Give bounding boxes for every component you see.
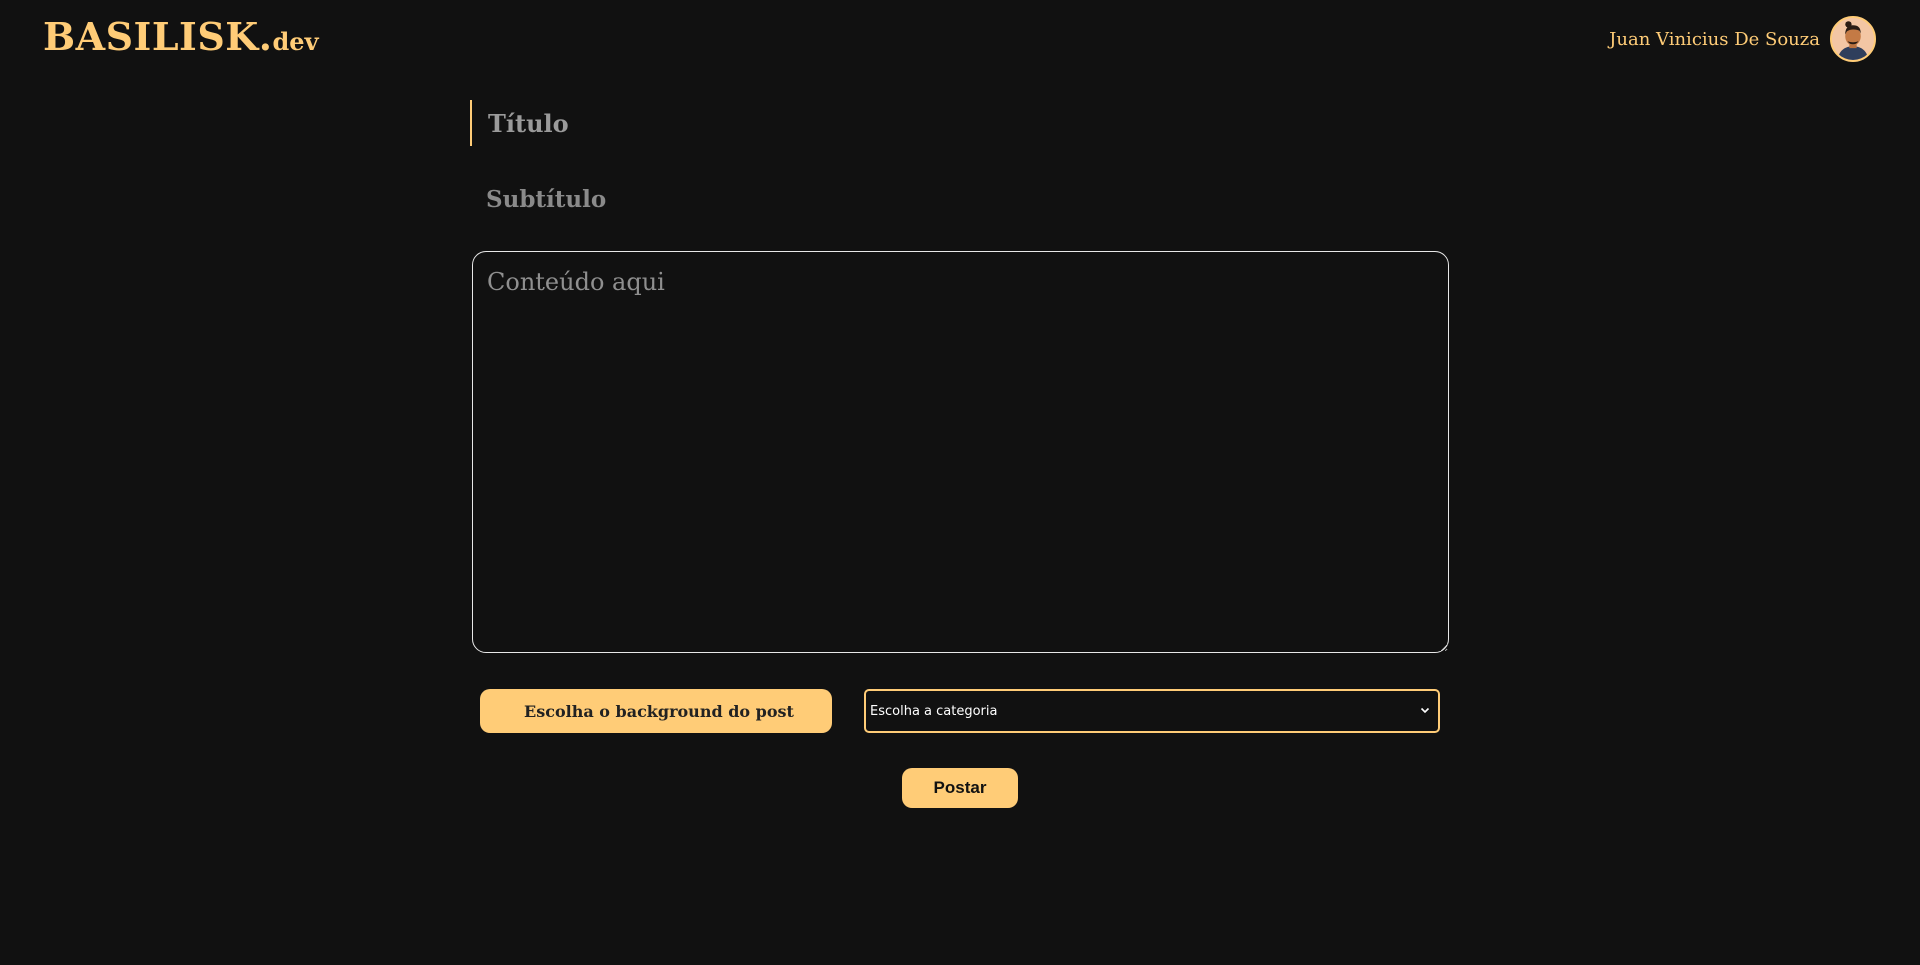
post-button[interactable]: Postar (902, 768, 1018, 808)
category-selected-value: Escolha a categoria (870, 703, 998, 719)
logo-tld-text: dev (272, 27, 319, 56)
choose-background-button[interactable]: Escolha o background do post (480, 689, 832, 733)
content-textarea[interactable] (472, 251, 1449, 653)
user-name: Juan Vinicius De Souza (1609, 28, 1820, 50)
category-select[interactable]: Escolha a categoria (864, 689, 1440, 733)
chevron-down-icon (1420, 707, 1430, 714)
subtitle-input[interactable] (472, 176, 1450, 222)
user-menu[interactable]: Juan Vinicius De Souza (1609, 16, 1876, 62)
logo[interactable]: BASILISK.dev (43, 14, 319, 59)
title-input[interactable] (470, 100, 1450, 146)
logo-main-text: BASILISK. (43, 14, 273, 59)
app-header: BASILISK.dev Juan Vinicius De Souza (0, 0, 1920, 80)
user-avatar-icon[interactable] (1830, 16, 1876, 62)
